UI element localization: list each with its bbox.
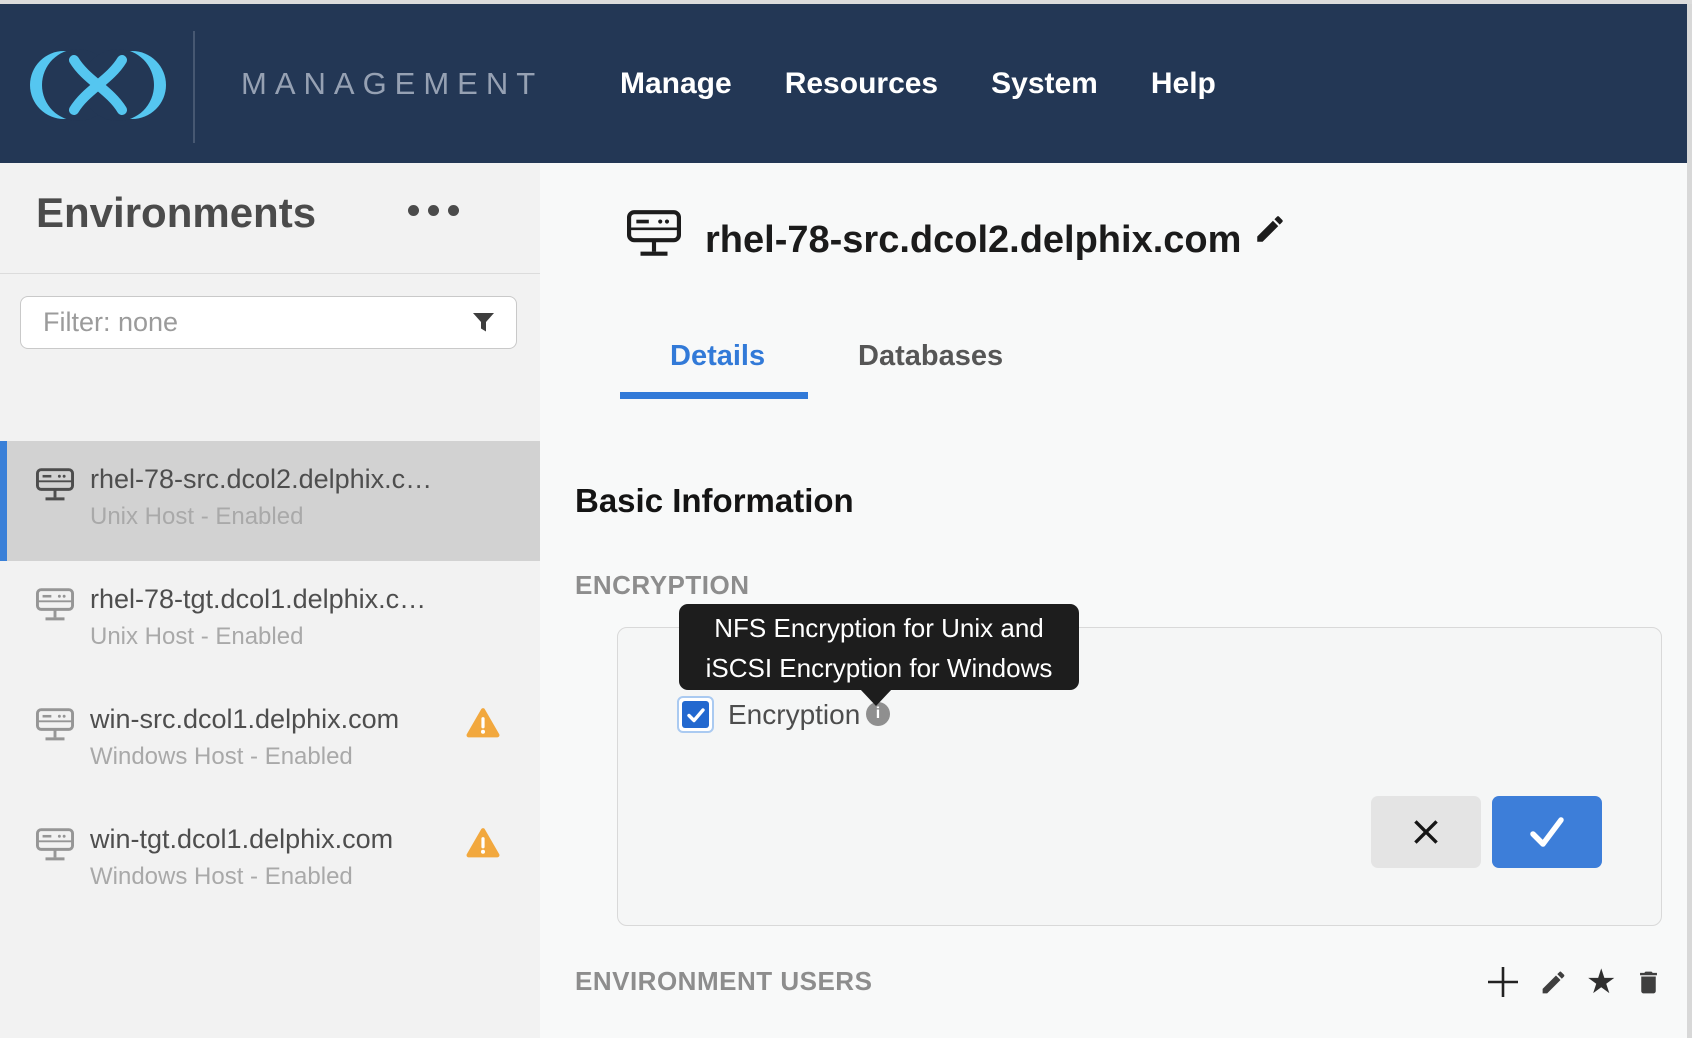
warning-icon bbox=[466, 707, 500, 739]
tab-databases[interactable]: Databases bbox=[858, 340, 1003, 373]
selected-indicator-bar bbox=[0, 441, 7, 561]
edit-pencil-icon[interactable] bbox=[1253, 212, 1287, 246]
page-title: rhel-78-src.dcol2.delphix.com bbox=[705, 217, 1241, 263]
delphix-logo-icon[interactable] bbox=[28, 40, 168, 130]
star-icon: ★ bbox=[1586, 965, 1616, 999]
environment-list-item[interactable]: win-tgt.dcol1.delphix.com Windows Host -… bbox=[0, 801, 540, 921]
environment-name: rhel-78-tgt.dcol1.delphix.c… bbox=[90, 583, 426, 615]
environment-info: win-src.dcol1.delphix.com Windows Host -… bbox=[90, 703, 399, 771]
warning-icon bbox=[466, 827, 500, 859]
environment-status: Windows Host - Enabled bbox=[90, 743, 399, 771]
sidebar-title: Environments bbox=[36, 189, 316, 237]
environment-status: Unix Host - Enabled bbox=[90, 623, 426, 651]
encryption-checkbox[interactable] bbox=[677, 696, 714, 733]
tooltip-line-1: NFS Encryption for Unix and bbox=[679, 608, 1079, 648]
brand-divider bbox=[193, 31, 195, 143]
confirm-button[interactable] bbox=[1492, 796, 1602, 868]
environment-name: win-tgt.dcol1.delphix.com bbox=[90, 823, 393, 855]
environment-detail-panel: rhel-78-src.dcol2.delphix.com Details Da… bbox=[540, 163, 1692, 1038]
edit-user-button[interactable] bbox=[1539, 968, 1568, 997]
host-icon bbox=[36, 588, 74, 622]
environment-list-item[interactable]: win-src.dcol1.delphix.com Windows Host -… bbox=[0, 681, 540, 801]
add-user-button[interactable] bbox=[1485, 964, 1521, 1000]
primary-user-button[interactable]: ★ bbox=[1586, 965, 1616, 999]
host-icon bbox=[627, 210, 681, 258]
environment-info: win-tgt.dcol1.delphix.com Windows Host -… bbox=[90, 823, 393, 891]
encryption-tooltip: NFS Encryption for Unix and iSCSI Encryp… bbox=[679, 604, 1079, 690]
host-icon bbox=[36, 468, 74, 502]
nav-item-manage[interactable]: Manage bbox=[620, 67, 732, 101]
environment-list-item[interactable]: rhel-78-tgt.dcol1.delphix.c… Unix Host -… bbox=[0, 561, 540, 681]
environment-filter-input[interactable] bbox=[20, 296, 517, 349]
close-icon bbox=[1408, 814, 1444, 850]
nav-item-help[interactable]: Help bbox=[1151, 67, 1216, 101]
environment-info: rhel-78-src.dcol2.delphix.c… Unix Host -… bbox=[90, 463, 432, 531]
product-label: MANAGEMENT bbox=[241, 4, 543, 163]
host-icon bbox=[36, 708, 74, 742]
tooltip-line-2: iSCSI Encryption for Windows bbox=[679, 648, 1079, 688]
delete-user-button[interactable] bbox=[1634, 968, 1663, 997]
filter-field bbox=[20, 296, 517, 349]
environment-name: rhel-78-src.dcol2.delphix.c… bbox=[90, 463, 432, 495]
environment-info: rhel-78-tgt.dcol1.delphix.c… Unix Host -… bbox=[90, 583, 426, 651]
environments-sidebar: Environments rhel-78-src.dcol2.delph bbox=[0, 163, 540, 1038]
sidebar-divider bbox=[0, 273, 540, 274]
environment-name: win-src.dcol1.delphix.com bbox=[90, 703, 399, 735]
ellipsis-menu-icon[interactable] bbox=[408, 205, 459, 216]
plus-icon bbox=[1485, 964, 1521, 1000]
delphix-management-app: MANAGEMENT Manage Resources System Help … bbox=[0, 0, 1692, 1038]
cancel-button[interactable] bbox=[1371, 796, 1481, 868]
environment-users-actions: ★ bbox=[1485, 960, 1663, 1004]
window-top-strip bbox=[0, 0, 1692, 4]
top-navbar: MANAGEMENT Manage Resources System Help bbox=[0, 4, 1692, 163]
active-tab-underline bbox=[620, 392, 808, 399]
environment-status: Windows Host - Enabled bbox=[90, 863, 393, 891]
check-icon bbox=[1523, 812, 1571, 852]
encryption-group-label: ENCRYPTION bbox=[575, 570, 750, 601]
section-heading-basic-information: Basic Information bbox=[575, 482, 854, 520]
checkbox-checkmark-icon bbox=[682, 701, 709, 728]
nav-item-system[interactable]: System bbox=[991, 67, 1098, 101]
encryption-checkbox-label: Encryption bbox=[728, 698, 860, 732]
tooltip-caret bbox=[860, 689, 892, 706]
environment-list-item[interactable]: rhel-78-src.dcol2.delphix.c… Unix Host -… bbox=[0, 441, 540, 561]
environment-users-label: ENVIRONMENT USERS bbox=[575, 966, 872, 997]
primary-nav: Manage Resources System Help bbox=[620, 4, 1216, 163]
nav-item-resources[interactable]: Resources bbox=[785, 67, 938, 101]
filter-funnel-icon bbox=[472, 310, 495, 335]
environment-status: Unix Host - Enabled bbox=[90, 503, 432, 531]
page-scrollbar[interactable] bbox=[1687, 0, 1692, 1038]
trash-icon bbox=[1634, 968, 1663, 997]
tab-details[interactable]: Details bbox=[670, 340, 765, 373]
host-icon bbox=[36, 828, 74, 862]
pencil-icon bbox=[1539, 968, 1568, 997]
